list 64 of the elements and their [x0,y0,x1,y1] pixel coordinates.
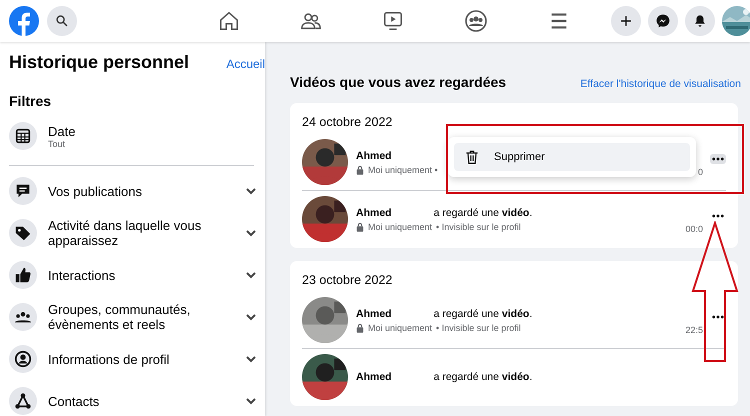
category-label: Contacts [48,394,100,408]
category-label: Activité dans laquelle vous apparaissez [48,218,202,248]
date-filter[interactable]: Date Tout [9,115,265,157]
profile-icon [14,350,32,368]
more-icon [712,157,724,161]
visibility-text: • Invisible sur le profil [436,322,521,332]
activity-text: a regardé une vidéo. [434,371,532,383]
category-label: Interactions [48,268,116,282]
home-icon[interactable] [218,10,240,32]
search-icon [55,14,69,28]
create-button[interactable] [611,6,641,36]
delete-menu-item[interactable]: Supprimer [454,143,690,171]
notifications-button[interactable] [685,6,715,36]
time-text: 00:0 [685,224,703,234]
more-icon [712,315,724,319]
category-item[interactable]: Activité dans laquelle vous apparaissez [9,212,265,254]
time-text: 22:5 [685,325,703,335]
messenger-icon [655,13,671,29]
calendar-icon [14,127,32,145]
lock-icon [356,164,364,174]
more-button[interactable] [710,154,726,164]
audience-text: Moi uniquement • [368,164,438,174]
time-text: 0 [698,167,703,177]
category-item[interactable]: Contacts [9,380,265,416]
sidebar-title: Historique personnel [9,52,190,73]
filter-value: Tout [48,138,66,148]
visibility-text: • Invisible sur le profil [436,222,521,232]
category-label: Informations de profil [48,352,170,366]
audience-text: Moi uniquement [368,222,432,232]
category-label: Groupes, communautés, évènements et reels [48,302,192,332]
home-link[interactable]: Accueil [226,57,265,71]
groups-icon[interactable] [464,9,488,33]
page-title: Vidéos que vous avez regardées [290,74,506,90]
tag-icon [14,224,32,242]
logo-icon[interactable] [9,6,39,36]
bell-icon [693,14,707,28]
category-item[interactable]: Informations de profil [9,338,265,380]
audience-text: Moi uniquement [368,322,432,332]
user-name[interactable]: Ahmed [356,371,392,383]
category-item[interactable]: Groupes, communautés, évènements et reels [9,296,265,338]
search-button[interactable] [47,6,77,36]
activity-text: a regardé une vidéo. [434,308,532,320]
activity-text: a regardé une vidéo. [434,206,532,218]
user-name[interactable]: Ahmed [356,150,392,162]
filter-label: Date [48,124,76,138]
category-item[interactable]: Interactions [9,254,265,296]
trash-icon [464,149,480,165]
user-name[interactable]: Ahmed [356,308,392,320]
user-name[interactable]: Ahmed [356,206,392,218]
filters-heading: Filtres [9,93,52,109]
date-heading: 23 octobre 2022 [302,273,394,287]
video-icon[interactable] [382,10,404,32]
lock-icon [356,322,364,332]
plus-icon [619,14,633,28]
network-icon [14,392,32,410]
more-icon [712,214,724,218]
speech-bubble-icon [14,182,32,200]
messenger-button[interactable] [648,6,678,36]
category-label: Vos publications [48,184,143,198]
lock-icon [356,222,364,232]
thumbs-up-icon [14,266,32,284]
clear-history-link[interactable]: Effacer l'historique de visualisation [580,78,741,90]
category-item[interactable]: Vos publications [9,170,265,212]
date-heading: 24 octobre 2022 [302,115,394,129]
